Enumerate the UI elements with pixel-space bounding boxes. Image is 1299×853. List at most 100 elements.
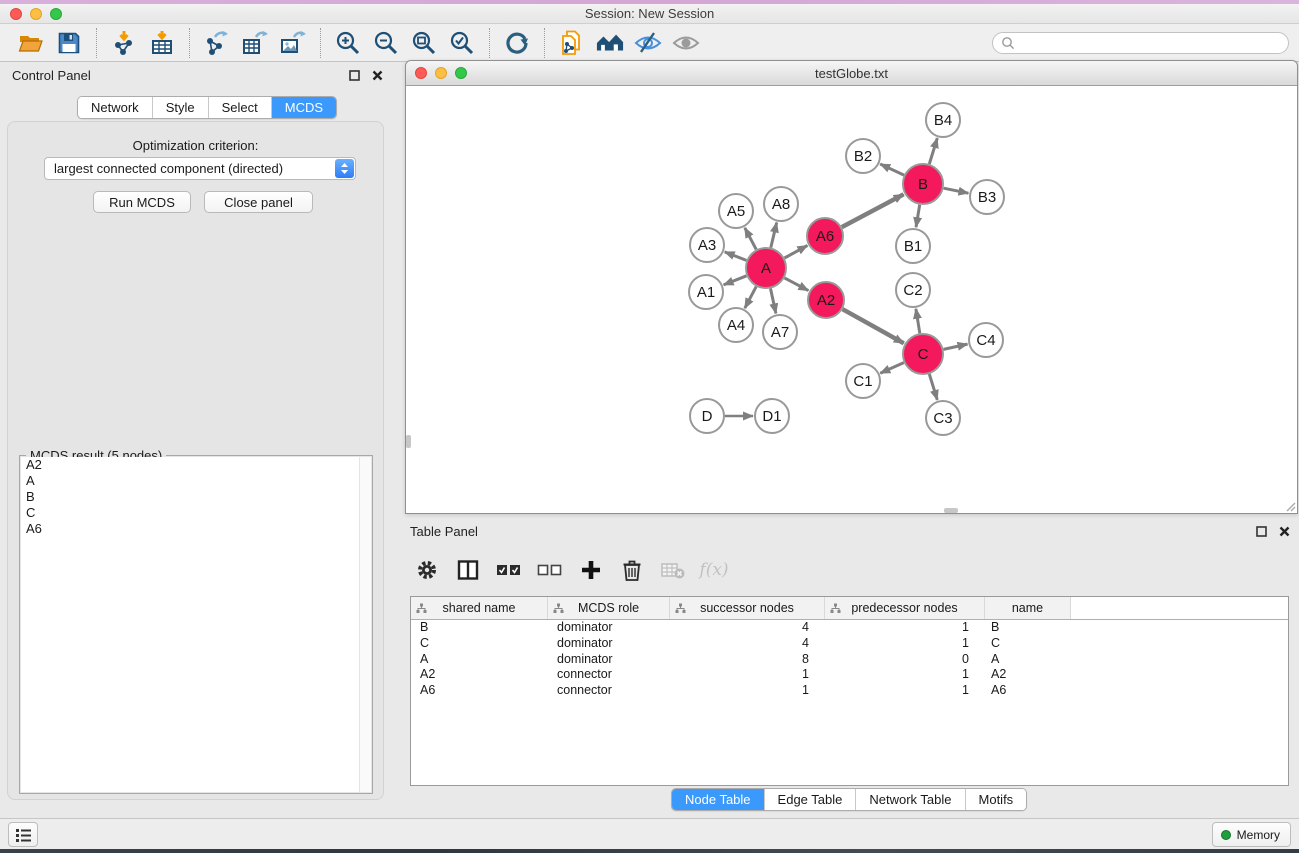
minimize-window-button[interactable] [30,8,42,20]
refresh-view-button[interactable] [503,29,531,57]
resize-grip-icon[interactable] [1284,500,1296,512]
float-panel-icon[interactable] [348,69,361,82]
minimize-network-button[interactable] [435,67,447,79]
edge-B-B1[interactable] [916,205,920,228]
home-layout-button[interactable] [596,29,624,57]
table-panel-tab-node-table[interactable]: Node Table [672,789,765,810]
mcds-result-item[interactable]: C [21,505,359,521]
column-header-shared-name[interactable]: shared name [411,597,548,619]
table-panel-tab-motifs[interactable]: Motifs [966,789,1027,810]
close-panel-button[interactable]: Close panel [204,191,313,213]
task-history-button[interactable] [8,822,38,847]
memory-button[interactable]: Memory [1212,822,1291,847]
table-panel-tab-edge-table[interactable]: Edge Table [765,789,857,810]
graph-node-B2[interactable]: B2 [846,139,880,173]
delete-table-button[interactable] [658,555,688,585]
edge-A-A5[interactable] [745,228,756,250]
edge-A-A3[interactable] [725,252,747,261]
graph-node-B1[interactable]: B1 [896,229,930,263]
save-session-button[interactable] [55,29,83,57]
edge-C-C3[interactable] [929,374,937,400]
graph-node-C4[interactable]: C4 [969,323,1003,357]
hide-panels-button[interactable] [634,29,662,57]
table-row[interactable]: Cdominator41C [411,636,1288,652]
create-column-button[interactable] [576,555,606,585]
edge-B-B3[interactable] [944,188,969,193]
export-table-button[interactable] [241,29,269,57]
edge-C-C1[interactable] [880,363,904,374]
edge-A-A1[interactable] [724,276,747,285]
table-row[interactable]: Adominator80A [411,652,1288,668]
table-panel-tab-network-table[interactable]: Network Table [856,789,965,810]
graph-node-C3[interactable]: C3 [926,401,960,435]
table-row[interactable]: A6connector11A6 [411,683,1288,699]
canvas-horizontal-scroll-thumb[interactable] [944,508,958,513]
zoom-fit-button[interactable] [410,29,438,57]
control-panel-tab-network[interactable]: Network [78,97,153,118]
mcds-result-item[interactable]: B [21,489,359,505]
close-panel-icon[interactable] [371,69,384,82]
edge-C-C4[interactable] [944,344,968,349]
control-panel-tab-style[interactable]: Style [153,97,209,118]
zoom-selected-button[interactable] [448,29,476,57]
graph-node-B4[interactable]: B4 [926,103,960,137]
function-builder-button[interactable]: f(x) [699,555,729,585]
table-row[interactable]: Bdominator41B [411,620,1288,636]
graph-node-A8[interactable]: A8 [764,187,798,221]
table-mode-button[interactable] [412,555,442,585]
edge-A6-B[interactable] [842,194,904,227]
close-window-button[interactable] [10,8,22,20]
column-header-name[interactable]: name [985,597,1071,619]
float-table-panel-icon[interactable] [1255,525,1268,538]
edge-A-A6[interactable] [785,246,808,259]
mcds-list-scrollbar[interactable] [359,457,371,792]
graph-node-A5[interactable]: A5 [719,194,753,228]
graph-node-C[interactable]: C [903,334,943,374]
run-mcds-button[interactable]: Run MCDS [93,191,191,213]
edge-A-A2[interactable] [785,278,809,291]
edge-B-B4[interactable] [929,138,937,164]
export-image-button[interactable] [279,29,307,57]
graph-node-A[interactable]: A [746,248,786,288]
mcds-result-item[interactable]: A2 [21,457,359,473]
zoom-window-button[interactable] [50,8,62,20]
graph-node-A7[interactable]: A7 [763,315,797,349]
select-all-rows-button[interactable] [494,555,524,585]
graph-node-A2[interactable]: A2 [808,282,844,318]
canvas-vertical-scroll-thumb[interactable] [406,435,411,448]
deselect-all-rows-button[interactable] [535,555,565,585]
table-row[interactable]: A2connector11A2 [411,667,1288,683]
network-overview-button[interactable] [558,29,586,57]
zoom-in-button[interactable] [334,29,362,57]
column-header-predecessor-nodes[interactable]: predecessor nodes [825,597,985,619]
mcds-result-item[interactable]: A6 [21,521,359,537]
graph-node-A6[interactable]: A6 [807,218,843,254]
graph-node-A1[interactable]: A1 [689,275,723,309]
zoom-out-button[interactable] [372,29,400,57]
graph-node-D[interactable]: D [690,399,724,433]
edge-C-C2[interactable] [916,309,920,334]
open-session-button[interactable] [17,29,45,57]
graph-node-C1[interactable]: C1 [846,364,880,398]
control-panel-tab-mcds[interactable]: MCDS [272,97,336,118]
show-columns-button[interactable] [453,555,483,585]
export-network-button[interactable] [203,29,231,57]
close-table-panel-icon[interactable] [1278,525,1291,538]
close-network-button[interactable] [415,67,427,79]
criterion-select[interactable]: largest connected component (directed) [44,157,356,180]
zoom-network-button[interactable] [455,67,467,79]
delete-columns-button[interactable] [617,555,647,585]
graph-node-A3[interactable]: A3 [690,228,724,262]
graph-node-C2[interactable]: C2 [896,273,930,307]
column-header-successor-nodes[interactable]: successor nodes [670,597,825,619]
graph-node-B[interactable]: B [903,164,943,204]
edge-A-A4[interactable] [745,287,756,309]
import-network-button[interactable] [110,29,138,57]
graph-node-D1[interactable]: D1 [755,399,789,433]
edge-B-B2[interactable] [880,164,904,175]
network-canvas[interactable]: AA1A2A3A4A5A6A7A8BB1B2B3B4CC1C2C3C4DD1 [406,86,1297,513]
column-header-mcds-role[interactable]: MCDS role [548,597,670,619]
edge-A2-C[interactable] [843,309,904,343]
graph-node-B3[interactable]: B3 [970,180,1004,214]
import-table-button[interactable] [148,29,176,57]
